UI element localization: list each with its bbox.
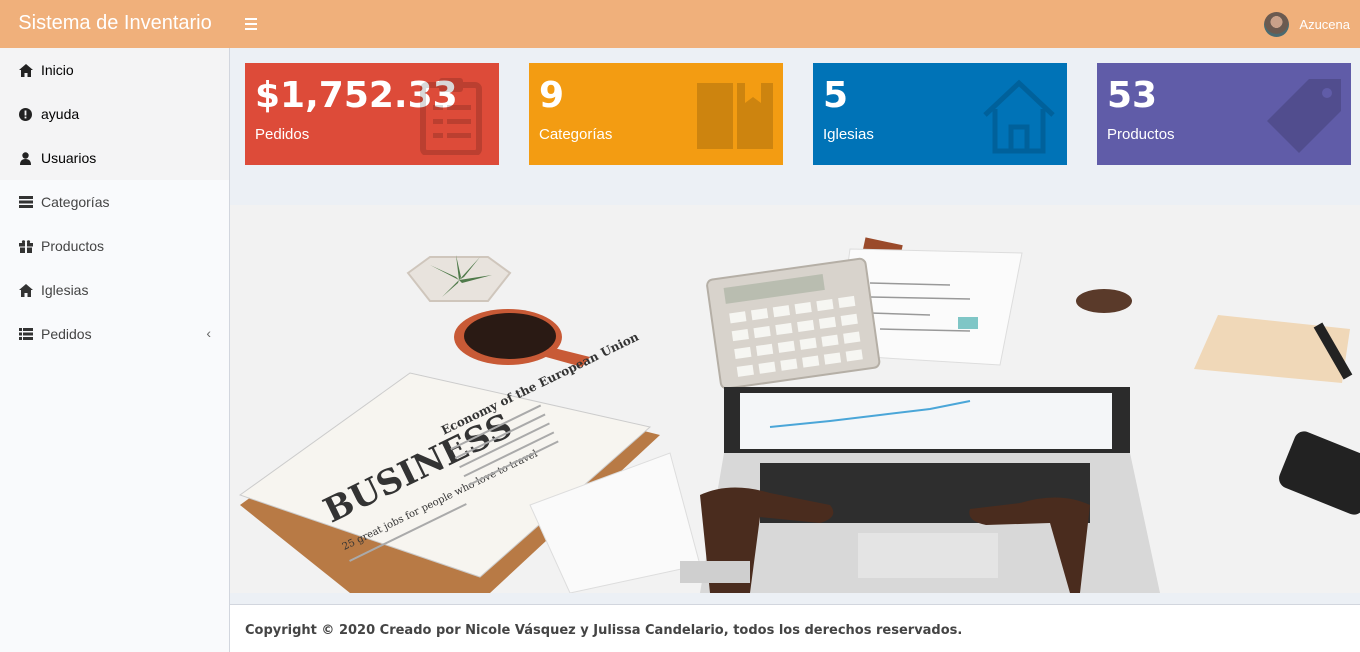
laptop-image — [700, 387, 1160, 593]
stat-label: Productos — [1107, 126, 1175, 143]
sidebar-item-ayuda[interactable]: ayuda — [0, 92, 229, 136]
sidebar-item-label: Categorías — [41, 194, 110, 210]
tag-icon — [1267, 79, 1341, 153]
sidebar-item-categorias[interactable]: Categorías — [0, 180, 229, 224]
page-footer: Copyright © 2020 Creado por Nicole Vásqu… — [230, 604, 1360, 652]
top-navbar: Sistema de Inventario Azucena — [0, 0, 1360, 48]
gift-icon — [18, 239, 33, 254]
stat-label: Pedidos — [255, 126, 310, 143]
stat-box-iglesias[interactable]: 5 Iglesias — [813, 63, 1067, 165]
sidebar-item-label: Productos — [41, 238, 105, 254]
book-icon — [697, 79, 773, 149]
hamburger-icon — [245, 18, 257, 20]
user-menu[interactable]: Azucena — [1264, 11, 1350, 37]
app-brand[interactable]: Sistema de Inventario — [0, 0, 230, 48]
stat-box-productos[interactable]: 53 Productos — [1097, 63, 1351, 165]
sidebar-item-label: Pedidos — [41, 326, 92, 342]
stat-label: Categorías — [539, 126, 613, 143]
sidebar-item-label: Usuarios — [41, 150, 97, 166]
info-icon — [18, 107, 33, 122]
desk-illustration: BUSINESS Economy of the European Union 2… — [230, 205, 1360, 593]
sidebar-item-inicio[interactable]: Inicio — [0, 48, 229, 92]
sidebar-item-label: Iglesias — [41, 282, 89, 298]
sidebar-toggle-button[interactable] — [240, 12, 264, 36]
avatar — [1264, 11, 1290, 37]
hero-banner-image: BUSINESS Economy of the European Union 2… — [230, 205, 1360, 593]
stat-box-categorias[interactable]: 9 Categorías — [529, 63, 783, 165]
sidebar-item-iglesias[interactable]: Iglesias — [0, 268, 229, 312]
clipboard-icon — [420, 78, 482, 155]
sidebar-item-label: ayuda — [41, 106, 80, 122]
user-icon — [18, 151, 33, 166]
list-icon — [18, 327, 33, 342]
hamburger-icon-line — [245, 23, 257, 25]
home-icon — [18, 283, 33, 298]
stat-value: 5 — [823, 75, 849, 116]
sidebar-item-usuarios[interactable]: Usuarios — [0, 136, 229, 180]
stat-value: 53 — [1107, 75, 1158, 116]
calculator-image — [706, 257, 881, 390]
home-icon — [983, 79, 1055, 154]
stat-value: 9 — [539, 75, 565, 116]
sidebar-item-pedidos[interactable]: Pedidos ‹ — [0, 312, 229, 356]
sidebar: Inicio ayuda Usuarios Categorías Product… — [0, 48, 230, 652]
stat-label: Iglesias — [823, 126, 874, 143]
server-icon — [18, 195, 33, 210]
hamburger-icon-line — [245, 28, 257, 30]
sidebar-item-productos[interactable]: Productos — [0, 224, 229, 268]
home-icon — [18, 63, 33, 78]
user-name: Azucena — [1299, 16, 1350, 32]
stat-box-pedidos[interactable]: $1,752.33 Pedidos — [245, 63, 499, 165]
chevron-left-icon: ‹ — [206, 325, 211, 341]
sidebar-item-label: Inicio — [41, 62, 74, 78]
